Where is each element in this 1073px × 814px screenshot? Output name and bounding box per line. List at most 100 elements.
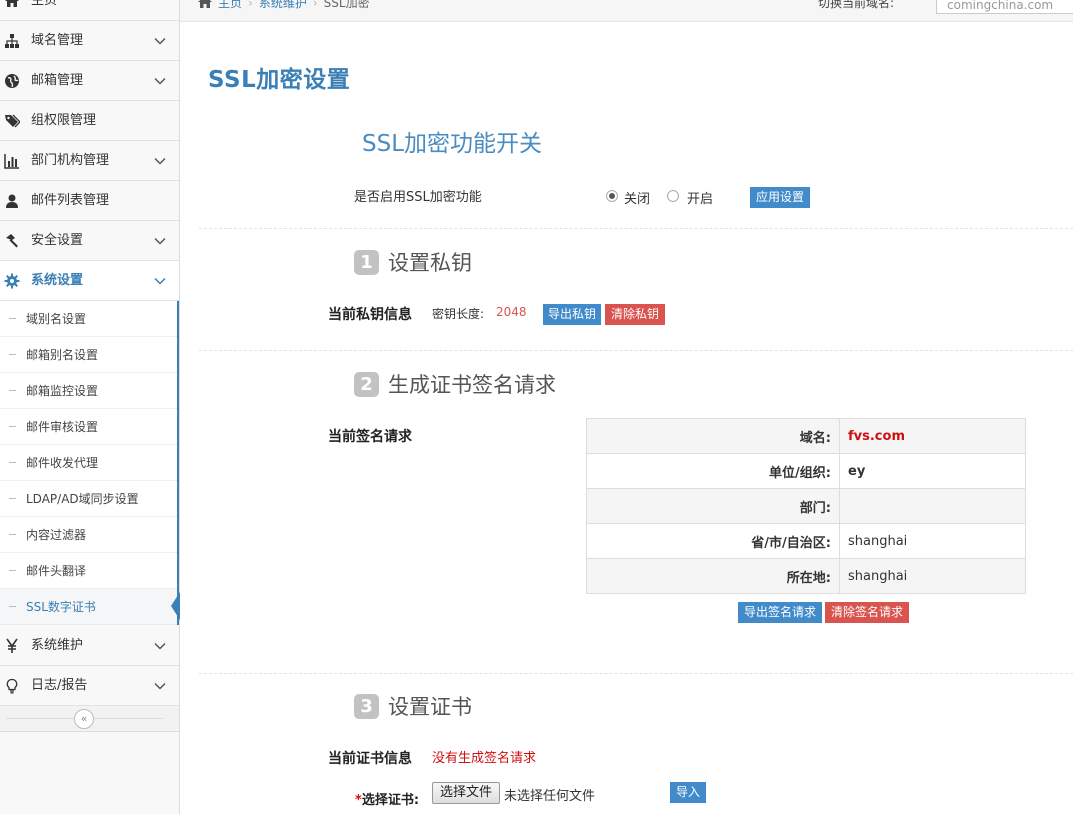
ssl-off-radio[interactable] (606, 190, 618, 202)
tree-dash (9, 318, 16, 319)
sidebar-item-label: 部门机构管理 (31, 153, 110, 168)
csr-key-cell: 单位/组织: (586, 453, 840, 489)
csr-value-cell: shanghai (839, 523, 1026, 559)
csr-value-cell: ey (839, 453, 1026, 489)
submenu-item-header-translation[interactable]: 邮件头翻译 (0, 553, 177, 589)
clear-csr-button[interactable]: 清除签名请求 (825, 602, 909, 623)
sidebar-item-logs-reports[interactable]: 日志/报告 (0, 666, 179, 706)
sidebar-item-label: 邮箱管理 (31, 73, 84, 88)
csr-key-cell: 部门: (586, 488, 840, 524)
sidebar-collapse-button[interactable]: « (74, 709, 94, 729)
required-mark: * (355, 793, 362, 808)
sidebar: 主页 域名管理 邮箱管理 组权限管理 部门机构管理 邮件列表管理 安全设置 系统… (0, 0, 180, 814)
sidebar-item-system-settings[interactable]: 系统设置 (0, 261, 179, 301)
submenu-item-mail-audit[interactable]: 邮件审核设置 (0, 409, 177, 445)
sitemap-icon (5, 34, 19, 48)
key-length-value: 2048 (496, 305, 527, 319)
chevron-down-icon (154, 77, 166, 85)
sidebar-item-label: 系统维护 (31, 638, 84, 653)
import-certificate-button[interactable]: 导入 (670, 782, 706, 803)
sidebar-item-department-management[interactable]: 部门机构管理 (0, 141, 179, 181)
step-3-badge: 3 (354, 694, 379, 719)
selected-indicator-arrow (171, 592, 180, 620)
breadcrumb: 主页 › 系统维护 › SSL加密 (198, 0, 370, 11)
choose-file-button[interactable]: 选择文件 (432, 782, 500, 804)
sidebar-item-label: 主页 (31, 0, 58, 8)
lightbulb-icon (6, 678, 18, 694)
sidebar-item-system-maintenance[interactable]: 系统维护 (0, 626, 179, 666)
submenu-item-domain-alias[interactable]: 域别名设置 (0, 301, 177, 337)
submenu-item-label: 邮箱别名设置 (26, 348, 99, 362)
submenu-item-content-filter[interactable]: 内容过滤器 (0, 517, 177, 553)
submenu-item-label: 域别名设置 (26, 312, 87, 326)
ssl-switch-title: SSL加密功能开关 (362, 131, 543, 157)
no-csr-message: 没有生成签名请求 (432, 751, 537, 766)
gear-icon (4, 273, 20, 289)
home-icon (5, 0, 19, 7)
breadcrumb-separator-icon: › (312, 0, 318, 10)
tree-dash (9, 354, 16, 355)
sidebar-item-mail-list-management[interactable]: 邮件列表管理 (0, 181, 179, 221)
ssl-off-label[interactable]: 关闭 (624, 188, 650, 207)
tree-dash (9, 570, 16, 571)
submenu-item-label: 内容过滤器 (26, 528, 87, 542)
ssl-on-radio[interactable] (667, 190, 679, 202)
submenu-item-label: 邮件审核设置 (26, 420, 99, 434)
breadcrumb-system-maintenance-link[interactable]: 系统维护 (259, 0, 307, 10)
csr-details-table: 域名: fvs.com 单位/组织: ey 部门: 省/市/自治区: shang… (586, 418, 1026, 594)
submenu-item-label: 邮箱监控设置 (26, 384, 99, 398)
table-row: 域名: fvs.com (586, 418, 1026, 454)
csr-key-cell: 省/市/自治区: (586, 523, 840, 559)
ssl-enable-label: 是否启用SSL加密功能 (354, 190, 482, 205)
table-row: 省/市/自治区: shanghai (586, 523, 1026, 559)
sidebar-item-label: 安全设置 (31, 233, 84, 248)
sidebar-item-mailbox-management[interactable]: 邮箱管理 (0, 61, 179, 101)
submenu-item-ssl-certificate[interactable]: SSL数字证书 (0, 589, 177, 625)
private-key-info-label: 当前私钥信息 (328, 307, 412, 323)
step-2-badge: 2 (354, 372, 379, 397)
tree-dash (9, 606, 16, 607)
yen-icon (6, 638, 18, 653)
sidebar-item-domain-management[interactable]: 域名管理 (0, 21, 179, 61)
top-bar: 主页 › 系统维护 › SSL加密 切换当前域名: comingchina.com (180, 0, 1073, 22)
chevron-down-icon (154, 682, 166, 690)
csr-info-label: 当前签名请求 (328, 429, 412, 445)
table-row: 单位/组织: ey (586, 453, 1026, 489)
submenu-item-ldap-sync[interactable]: LDAP/AD域同步设置 (0, 481, 177, 517)
sidebar-item-home[interactable]: 主页 (0, 0, 179, 21)
chevron-down-icon (154, 37, 166, 45)
key-length-label: 密钥长度: (432, 307, 485, 321)
submenu-item-label: 邮件头翻译 (26, 564, 87, 578)
section-divider (199, 673, 1073, 674)
export-private-key-button[interactable]: 导出私钥 (543, 304, 601, 325)
domain-select[interactable]: comingchina.com (936, 0, 1073, 14)
sidebar-item-security-settings[interactable]: 安全设置 (0, 221, 179, 261)
csr-value-cell (839, 488, 1026, 524)
tree-dash (9, 390, 16, 391)
bar-chart-icon (4, 154, 19, 169)
clear-private-key-button[interactable]: 清除私钥 (605, 304, 665, 325)
csr-key-cell: 域名: (586, 418, 840, 454)
breadcrumb-current: SSL加密 (323, 0, 370, 10)
sidebar-item-label: 域名管理 (31, 33, 84, 48)
breadcrumb-home-link[interactable]: 主页 (218, 0, 242, 10)
step-3-title: 设置证书 (388, 695, 472, 719)
export-csr-button[interactable]: 导出签名请求 (738, 602, 822, 623)
submenu-item-mailbox-monitoring[interactable]: 邮箱监控设置 (0, 373, 177, 409)
ssl-on-label[interactable]: 开启 (687, 188, 713, 207)
tags-icon (5, 114, 20, 128)
certificate-info-label: 当前证书信息 (328, 751, 412, 767)
chevron-down-icon (154, 157, 166, 165)
chevron-down-icon (154, 237, 166, 245)
section-divider (199, 350, 1073, 351)
apply-settings-button[interactable]: 应用设置 (750, 187, 810, 208)
sidebar-item-label: 日志/报告 (31, 678, 88, 693)
submenu-item-mail-proxy[interactable]: 邮件收发代理 (0, 445, 177, 481)
globe-icon (5, 74, 19, 88)
home-icon (198, 0, 212, 8)
submenu-item-mailbox-alias[interactable]: 邮箱别名设置 (0, 337, 177, 373)
sidebar-item-group-permissions[interactable]: 组权限管理 (0, 101, 179, 141)
sidebar-item-label: 邮件列表管理 (31, 193, 110, 208)
sidebar-item-label: 系统设置 (31, 273, 84, 288)
tree-dash (9, 462, 16, 463)
